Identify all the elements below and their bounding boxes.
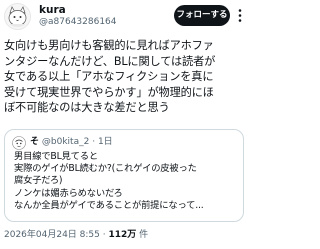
author-avatar[interactable] — [4, 3, 31, 30]
post-text-line: ぼ不可能なのは大きな差だと思う — [4, 101, 170, 115]
views-count: 112万 — [108, 230, 137, 240]
footer-separator: · — [102, 230, 106, 240]
quote-avatar-icon — [12, 135, 26, 150]
quoted-author-handle: @b0kita_2 — [41, 137, 90, 147]
author-handle[interactable]: @a87643286164 — [39, 17, 117, 28]
quoted-text-line: 男目線でBL見てると — [14, 151, 98, 162]
quoted-post-meta: そ @b0kita_2 · 1日 — [30, 135, 113, 149]
cat-avatar-icon — [5, 4, 30, 29]
post-text-line: 女である以上「アホなフィクションを真に — [4, 70, 214, 84]
author-display-name[interactable]: kura — [39, 4, 66, 16]
quoted-author-name: そ — [30, 137, 40, 147]
post-timestamp[interactable]: 2026年04月24日 8:55 — [4, 230, 100, 240]
post-text-line: 受けて現実世界でやらかす」が物理的にほ — [4, 85, 214, 99]
quoted-post-card[interactable]: そ @b0kita_2 · 1日 男目線でBL見てると 実際のゲイがBL読むか?… — [4, 129, 244, 222]
quoted-meta-separator: · — [92, 137, 96, 147]
post-header: kura @a87643286164 フォローする — [4, 2, 246, 30]
more-vertical-icon[interactable] — [234, 5, 246, 26]
follow-button[interactable]: フォローする — [174, 5, 230, 26]
post-text: 女向けも男向けも客観的に見ればアホファ ンタジーなんだけど、BLに関しては読者が… — [4, 38, 248, 116]
quoted-post-text: 男目線でBL見てると 実際のゲイがBL読むか?(これゲイの皮被った 腐女子だろ)… — [14, 151, 240, 212]
quoted-text-line: 腐女子だろ) — [14, 175, 63, 187]
views-label: 件 — [136, 230, 149, 240]
post-footer: 2026年04月24日 8:55 · 112万 件 — [4, 229, 148, 241]
post-text-line: 女向けも男向けも客観的に見ればアホファ — [4, 39, 214, 52]
quoted-text-line: ノンケは媚赤らめないだろ — [14, 187, 123, 199]
quoted-post-time: 1日 — [97, 137, 113, 147]
post-text-line: ンタジーなんだけど、BLに関しては読者が — [4, 54, 216, 68]
quoted-text-line: なんか全員がゲイであることが前提になって... — [14, 199, 204, 211]
quoted-text-line: 実際のゲイがBL読むか?(これゲイの皮被った — [14, 163, 197, 175]
